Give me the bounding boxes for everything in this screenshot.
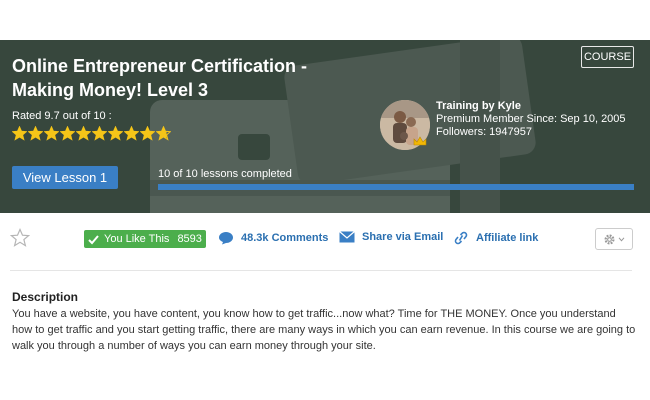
view-lesson-button[interactable]: View Lesson 1 [12, 166, 118, 189]
star-icon [92, 126, 107, 141]
like-count: 8593 [177, 233, 202, 245]
comment-icon [219, 232, 233, 245]
star-icon [44, 126, 59, 141]
star-icon [108, 126, 123, 141]
trainer-info: Training by Kyle Premium Member Since: S… [436, 100, 626, 139]
member-since: Premium Member Since: Sep 10, 2005 [436, 113, 626, 125]
star-icon [12, 126, 27, 141]
affiliate-link[interactable]: Affiliate link [453, 231, 538, 245]
star-icon [76, 126, 91, 141]
star-icon [140, 126, 155, 141]
progress-bar [158, 184, 634, 190]
progress-label: 10 of 10 lessons completed [158, 168, 292, 180]
affiliate-label: Affiliate link [476, 232, 539, 244]
section-divider [10, 270, 632, 271]
like-button[interactable]: You Like This 8593 [84, 230, 206, 248]
like-label: You Like This [104, 233, 170, 245]
comments-label: 48.3k Comments [241, 232, 329, 244]
progress-fill [158, 184, 634, 190]
star-icon [28, 126, 43, 141]
favorite-star-icon[interactable] [10, 228, 30, 248]
followers-count: Followers: 1947957 [436, 126, 533, 138]
crown-icon [413, 136, 427, 146]
star-icon [60, 126, 75, 141]
course-type-badge: COURSE [581, 46, 634, 68]
chevron-down-icon [618, 237, 625, 242]
share-label: Share via Email [362, 231, 444, 243]
rating-text: Rated 9.7 out of 10 : [12, 110, 112, 122]
check-icon [88, 234, 99, 244]
settings-dropdown-button[interactable] [595, 228, 633, 250]
comments-link[interactable]: 48.3k Comments [218, 231, 328, 245]
course-hero: COURSE Online Entrepreneur Certification… [0, 40, 650, 213]
trainer-name[interactable]: Training by Kyle [436, 100, 626, 113]
share-email-link[interactable]: Share via Email [339, 231, 443, 243]
envelope-icon [339, 231, 355, 243]
action-bar: You Like This 8593 48.3k Comments Share … [0, 225, 650, 253]
rating-stars [12, 126, 171, 141]
star-icon [124, 126, 139, 141]
link-icon [454, 231, 468, 245]
description-heading: Description [12, 290, 79, 304]
gear-icon [604, 233, 615, 245]
course-title: Online Entrepreneur Certification - Maki… [12, 56, 308, 100]
description-text: You have a website, you have content, yo… [12, 308, 636, 352]
top-spacer [0, 0, 650, 40]
star-icon [156, 126, 171, 141]
